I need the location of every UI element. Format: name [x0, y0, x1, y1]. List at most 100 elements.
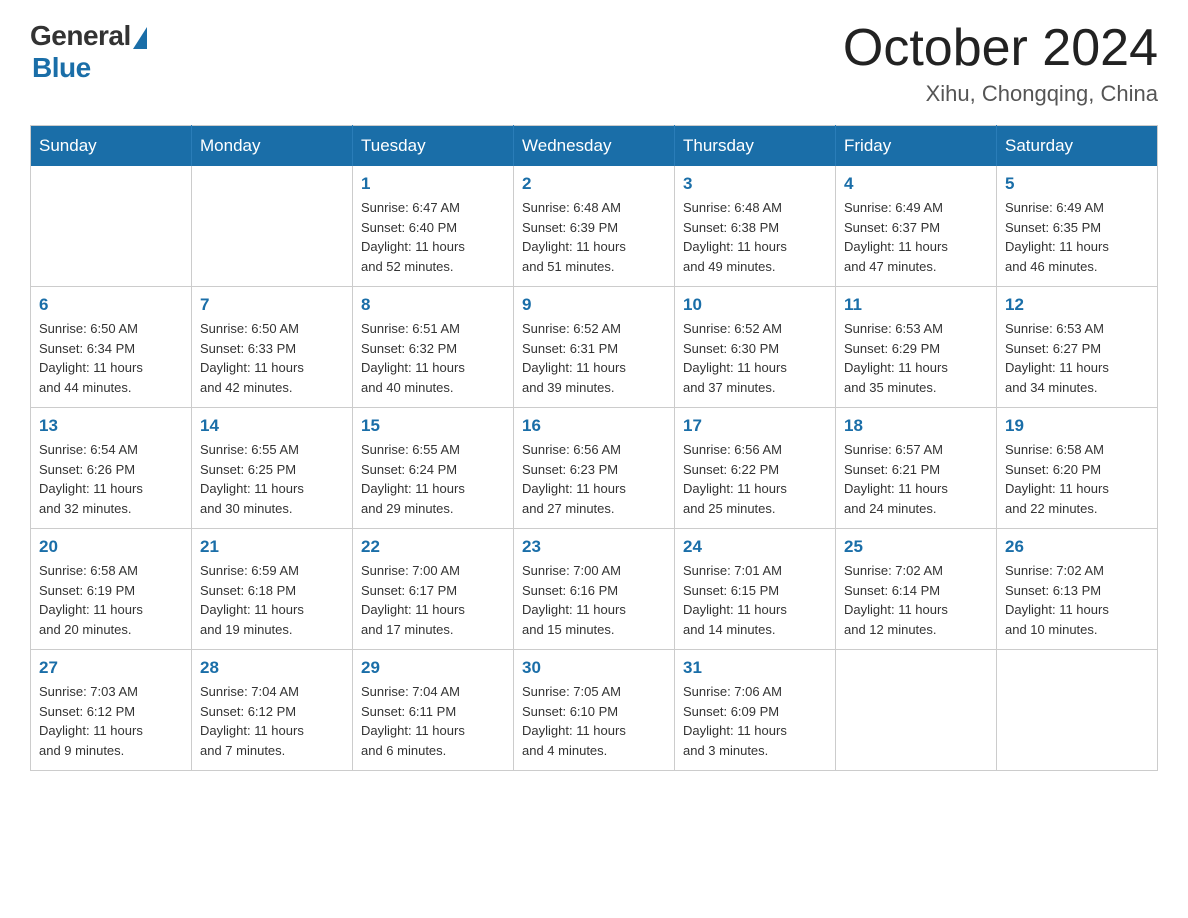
- day-number: 24: [683, 537, 827, 557]
- weekday-header-friday: Friday: [836, 126, 997, 167]
- day-number: 1: [361, 174, 505, 194]
- calendar-week-row: 20 Sunrise: 6:58 AMSunset: 6:19 PMDayligh…: [31, 529, 1158, 650]
- calendar-cell: 20 Sunrise: 6:58 AMSunset: 6:19 PMDayligh…: [31, 529, 192, 650]
- day-info: Sunrise: 7:02 AMSunset: 6:13 PMDaylight:…: [1005, 561, 1149, 639]
- day-info: Sunrise: 6:58 AMSunset: 6:19 PMDaylight:…: [39, 561, 183, 639]
- day-info: Sunrise: 6:56 AMSunset: 6:23 PMDaylight:…: [522, 440, 666, 518]
- calendar-week-row: 13 Sunrise: 6:54 AMSunset: 6:26 PMDayligh…: [31, 408, 1158, 529]
- day-number: 6: [39, 295, 183, 315]
- day-info: Sunrise: 6:53 AMSunset: 6:27 PMDaylight:…: [1005, 319, 1149, 397]
- day-number: 30: [522, 658, 666, 678]
- day-info: Sunrise: 6:55 AMSunset: 6:25 PMDaylight:…: [200, 440, 344, 518]
- calendar-cell: 17Sunrise: 6:56 AMSunset: 6:22 PMDayligh…: [675, 408, 836, 529]
- calendar-cell: 6 Sunrise: 6:50 AMSunset: 6:34 PMDaylight…: [31, 287, 192, 408]
- calendar-week-row: 6 Sunrise: 6:50 AMSunset: 6:34 PMDaylight…: [31, 287, 1158, 408]
- day-number: 21: [200, 537, 344, 557]
- day-info: Sunrise: 7:00 AMSunset: 6:16 PMDaylight:…: [522, 561, 666, 639]
- day-info: Sunrise: 6:48 AMSunset: 6:39 PMDaylight:…: [522, 198, 666, 276]
- calendar-cell: 14 Sunrise: 6:55 AMSunset: 6:25 PMDayligh…: [192, 408, 353, 529]
- calendar-cell: 3 Sunrise: 6:48 AMSunset: 6:38 PMDaylight…: [675, 166, 836, 287]
- calendar-cell: 16 Sunrise: 6:56 AMSunset: 6:23 PMDayligh…: [514, 408, 675, 529]
- day-info: Sunrise: 7:04 AMSunset: 6:11 PMDaylight:…: [361, 682, 505, 760]
- day-info: Sunrise: 6:48 AMSunset: 6:38 PMDaylight:…: [683, 198, 827, 276]
- day-info: Sunrise: 7:02 AMSunset: 6:14 PMDaylight:…: [844, 561, 988, 639]
- logo-top: General: [30, 20, 147, 52]
- day-number: 8: [361, 295, 505, 315]
- day-number: 16: [522, 416, 666, 436]
- weekday-header-monday: Monday: [192, 126, 353, 167]
- day-info: Sunrise: 6:54 AMSunset: 6:26 PMDaylight:…: [39, 440, 183, 518]
- day-number: 5: [1005, 174, 1149, 194]
- day-number: 15: [361, 416, 505, 436]
- day-number: 11: [844, 295, 988, 315]
- day-info: Sunrise: 6:52 AMSunset: 6:30 PMDaylight:…: [683, 319, 827, 397]
- day-number: 27: [39, 658, 183, 678]
- day-number: 12: [1005, 295, 1149, 315]
- logo: General Blue: [30, 20, 147, 84]
- weekday-header-thursday: Thursday: [675, 126, 836, 167]
- weekday-header-row: SundayMondayTuesdayWednesdayThursdayFrid…: [31, 126, 1158, 167]
- day-number: 13: [39, 416, 183, 436]
- calendar-cell: 30Sunrise: 7:05 AMSunset: 6:10 PMDayligh…: [514, 650, 675, 771]
- calendar-cell: 22Sunrise: 7:00 AMSunset: 6:17 PMDayligh…: [353, 529, 514, 650]
- weekday-header-saturday: Saturday: [997, 126, 1158, 167]
- calendar-cell: 4Sunrise: 6:49 AMSunset: 6:37 PMDaylight…: [836, 166, 997, 287]
- day-info: Sunrise: 6:58 AMSunset: 6:20 PMDaylight:…: [1005, 440, 1149, 518]
- calendar-cell: 11 Sunrise: 6:53 AMSunset: 6:29 PMDayligh…: [836, 287, 997, 408]
- day-number: 14: [200, 416, 344, 436]
- logo-general-text: General: [30, 20, 131, 52]
- calendar-cell: 7Sunrise: 6:50 AMSunset: 6:33 PMDaylight…: [192, 287, 353, 408]
- calendar-cell: [997, 650, 1158, 771]
- calendar-cell: 29 Sunrise: 7:04 AMSunset: 6:11 PMDayligh…: [353, 650, 514, 771]
- day-info: Sunrise: 6:59 AMSunset: 6:18 PMDaylight:…: [200, 561, 344, 639]
- day-number: 23: [522, 537, 666, 557]
- month-title: October 2024: [843, 20, 1158, 77]
- calendar-cell: 8Sunrise: 6:51 AMSunset: 6:32 PMDaylight…: [353, 287, 514, 408]
- calendar-cell: 13 Sunrise: 6:54 AMSunset: 6:26 PMDayligh…: [31, 408, 192, 529]
- calendar-cell: 10 Sunrise: 6:52 AMSunset: 6:30 PMDayligh…: [675, 287, 836, 408]
- day-info: Sunrise: 6:57 AMSunset: 6:21 PMDaylight:…: [844, 440, 988, 518]
- day-number: 26: [1005, 537, 1149, 557]
- day-info: Sunrise: 6:47 AMSunset: 6:40 PMDaylight:…: [361, 198, 505, 276]
- day-number: 29: [361, 658, 505, 678]
- day-number: 4: [844, 174, 988, 194]
- calendar-cell: [836, 650, 997, 771]
- calendar-cell: 23 Sunrise: 7:00 AMSunset: 6:16 PMDayligh…: [514, 529, 675, 650]
- day-info: Sunrise: 7:04 AMSunset: 6:12 PMDaylight:…: [200, 682, 344, 760]
- day-number: 19: [1005, 416, 1149, 436]
- calendar-cell: 1 Sunrise: 6:47 AMSunset: 6:40 PMDaylight…: [353, 166, 514, 287]
- calendar-cell: [31, 166, 192, 287]
- day-info: Sunrise: 6:50 AMSunset: 6:34 PMDaylight:…: [39, 319, 183, 397]
- calendar-cell: 18 Sunrise: 6:57 AMSunset: 6:21 PMDayligh…: [836, 408, 997, 529]
- calendar-cell: [192, 166, 353, 287]
- logo-triangle-icon: [133, 27, 147, 49]
- weekday-header-sunday: Sunday: [31, 126, 192, 167]
- day-number: 18: [844, 416, 988, 436]
- day-number: 7: [200, 295, 344, 315]
- day-number: 9: [522, 295, 666, 315]
- day-info: Sunrise: 6:55 AMSunset: 6:24 PMDaylight:…: [361, 440, 505, 518]
- day-number: 25: [844, 537, 988, 557]
- day-number: 28: [200, 658, 344, 678]
- location: Xihu, Chongqing, China: [843, 81, 1158, 107]
- day-number: 3: [683, 174, 827, 194]
- calendar-cell: 21 Sunrise: 6:59 AMSunset: 6:18 PMDayligh…: [192, 529, 353, 650]
- calendar-week-row: 27Sunrise: 7:03 AMSunset: 6:12 PMDayligh…: [31, 650, 1158, 771]
- calendar-table: SundayMondayTuesdayWednesdayThursdayFrid…: [30, 125, 1158, 771]
- title-section: October 2024 Xihu, Chongqing, China: [843, 20, 1158, 107]
- day-info: Sunrise: 7:06 AMSunset: 6:09 PMDaylight:…: [683, 682, 827, 760]
- calendar-week-row: 1 Sunrise: 6:47 AMSunset: 6:40 PMDaylight…: [31, 166, 1158, 287]
- day-number: 20: [39, 537, 183, 557]
- day-info: Sunrise: 6:49 AMSunset: 6:35 PMDaylight:…: [1005, 198, 1149, 276]
- day-info: Sunrise: 7:00 AMSunset: 6:17 PMDaylight:…: [361, 561, 505, 639]
- calendar-cell: 15 Sunrise: 6:55 AMSunset: 6:24 PMDayligh…: [353, 408, 514, 529]
- calendar-cell: 2Sunrise: 6:48 AMSunset: 6:39 PMDaylight…: [514, 166, 675, 287]
- day-info: Sunrise: 6:53 AMSunset: 6:29 PMDaylight:…: [844, 319, 988, 397]
- calendar-cell: 27Sunrise: 7:03 AMSunset: 6:12 PMDayligh…: [31, 650, 192, 771]
- day-info: Sunrise: 7:01 AMSunset: 6:15 PMDaylight:…: [683, 561, 827, 639]
- weekday-header-wednesday: Wednesday: [514, 126, 675, 167]
- calendar-cell: 19 Sunrise: 6:58 AMSunset: 6:20 PMDayligh…: [997, 408, 1158, 529]
- calendar-cell: 25 Sunrise: 7:02 AMSunset: 6:14 PMDayligh…: [836, 529, 997, 650]
- day-number: 10: [683, 295, 827, 315]
- calendar-cell: 12 Sunrise: 6:53 AMSunset: 6:27 PMDayligh…: [997, 287, 1158, 408]
